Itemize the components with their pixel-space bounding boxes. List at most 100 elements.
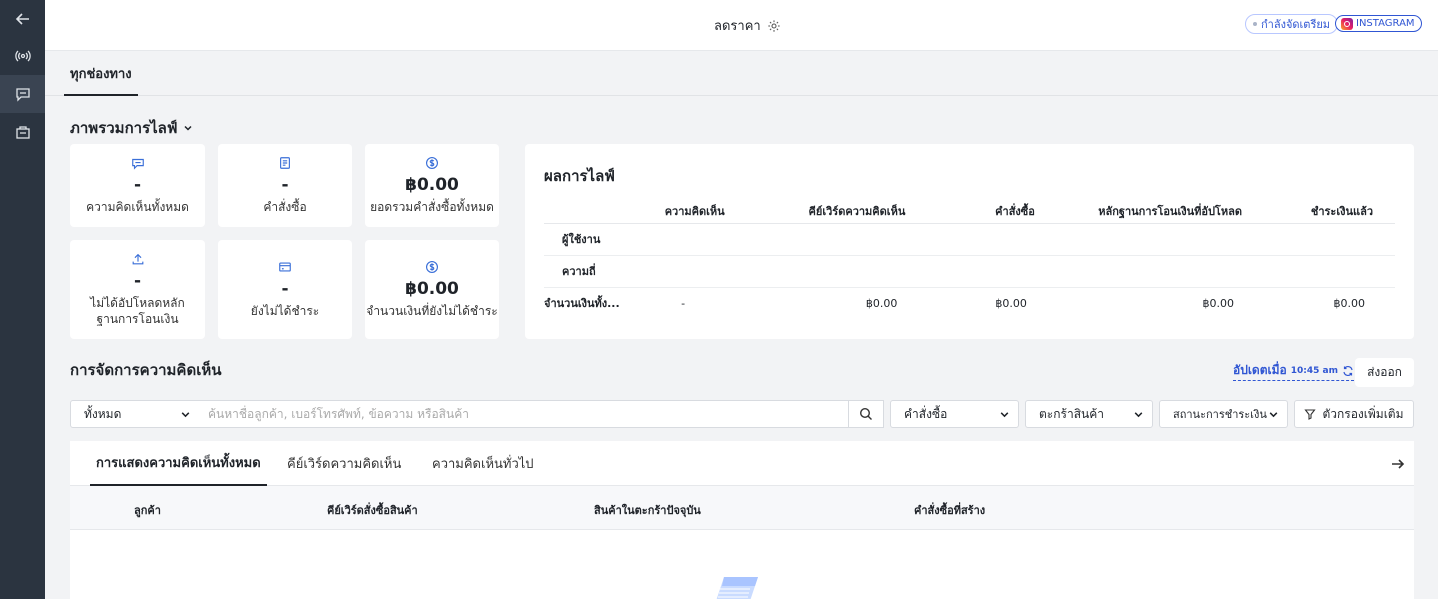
column-header: สินค้าในตะกร้าปัจจุบัน — [594, 504, 701, 517]
table-cell — [746, 223, 928, 256]
column-header: ความคิดเห็น — [619, 199, 747, 224]
chat-icon[interactable] — [0, 75, 45, 113]
stat-total-comments: - ความคิดเห็นทั้งหมด — [70, 144, 205, 227]
table-cell — [1056, 255, 1264, 288]
stat-unpaid-amount: ฿0.00 จำนวนเงินที่ยังไม่ได้ชำระ — [365, 240, 499, 339]
table-cell — [1056, 223, 1264, 256]
order-filter-value: คำสั่งซื้อ — [904, 406, 948, 421]
side-rail — [0, 0, 45, 599]
live-results-card: ผลการไลฟ์ ความคิดเห็น คีย์เวิร์ดความคิดเ… — [525, 144, 1414, 339]
comment-mgmt-title: การจัดการความคิดเห็น — [70, 361, 222, 379]
stat-no-transfer-proof: - ไม่ได้อัปโหลดหลักฐานการโอนเงิน — [70, 240, 205, 339]
column-header: คีย์เวิร์ดสั่งซื้อสินค้า — [327, 504, 418, 517]
platform-badge: INSTAGRAM — [1335, 15, 1422, 32]
stat-label: คำสั่งซื้อ — [263, 200, 307, 214]
stat-value: - — [133, 175, 142, 195]
arrow-right-icon[interactable] — [1390, 456, 1406, 472]
chevron-down-icon — [184, 125, 193, 131]
status-dot-icon — [1253, 22, 1257, 26]
table-cell: ฿0.00 — [1333, 296, 1366, 310]
order-icon — [278, 156, 292, 173]
tab-all-channels[interactable]: ทุกช่องทาง — [64, 52, 138, 96]
payment-filter-value: สถานะการชำระเงิน — [1173, 408, 1267, 421]
update-time: 10:45 am — [1290, 365, 1338, 376]
table-row: ความถี่ — [544, 255, 1395, 288]
platform-label: INSTAGRAM — [1356, 18, 1415, 29]
row-label: จำนวนเงินทั้ง... — [544, 297, 620, 311]
table-cell — [746, 255, 928, 288]
status-badge: กำลังจัดเตรียม — [1245, 14, 1339, 34]
stat-label: ยังไม่ได้ชำระ — [250, 304, 320, 318]
stat-value: ฿0.00 — [405, 175, 459, 195]
more-filters-label: ตัวกรองเพิ่มเติม — [1322, 406, 1404, 421]
table-cell — [619, 255, 747, 288]
stat-label: ไม่ได้อัปโหลดหลักฐานการโอนเงิน — [90, 296, 185, 326]
top-header: ลดราคา กำลังจัดเตรียม INSTAGRAM — [45, 0, 1438, 51]
comment-tabs: การแสดงความคิดเห็นทั้งหมด คีย์เวิร์ดความ… — [70, 441, 1414, 486]
column-header: คีย์เวิร์ดความคิดเห็น — [746, 199, 928, 224]
stat-label: จำนวนเงินที่ยังไม่ได้ชำระ — [366, 304, 498, 318]
tab-general-comments[interactable]: ความคิดเห็นทั่วไป — [426, 441, 540, 486]
table-row: จำนวนเงินทั้ง... - ฿0.00 ฿0.00 ฿0.00 ฿0.… — [544, 287, 1395, 319]
live-results-table: ความคิดเห็น คีย์เวิร์ดความคิดเห็น คำสั่ง… — [544, 199, 1395, 319]
table-cell: ฿0.00 — [865, 296, 898, 310]
live-results-title: ผลการไลฟ์ — [544, 167, 615, 185]
chevron-down-icon — [1134, 411, 1143, 417]
stat-order-total: ฿0.00 ยอดรวมคำสั่งซื้อทั้งหมด — [365, 144, 499, 227]
gear-icon[interactable] — [767, 19, 781, 33]
chevron-down-icon — [1269, 411, 1278, 417]
status-label: กำลังจัดเตรียม — [1261, 18, 1331, 31]
table-header-row: ความคิดเห็น คีย์เวิร์ดความคิดเห็น คำสั่ง… — [544, 199, 1395, 224]
overview-title-text: ภาพรวมการไลฟ์ — [70, 119, 178, 137]
page-title: ลดราคา — [714, 19, 761, 34]
column-header: ลูกค้า — [134, 504, 161, 517]
more-filters-button[interactable]: ตัวกรองเพิ่มเติม — [1294, 400, 1414, 428]
stat-label: ยอดรวมคำสั่งซื้อทั้งหมด — [370, 200, 494, 214]
stat-unpaid: - ยังไม่ได้ชำระ — [218, 240, 352, 339]
column-header: คำสั่งซื้อที่สร้าง — [914, 504, 986, 517]
table-cell: ฿0.00 — [995, 296, 1027, 310]
scope-select[interactable]: ทั้งหมด — [70, 400, 200, 428]
back-arrow-icon[interactable] — [0, 0, 45, 38]
cart-filter-select[interactable]: ตะกร้าสินค้า — [1025, 400, 1153, 428]
stat-value: - — [281, 279, 289, 299]
update-label: อัปเดตเมื่อ — [1233, 363, 1287, 377]
tab-keyword-comments[interactable]: คีย์เวิร์ดความคิดเห็น — [281, 441, 407, 486]
upload-icon — [131, 252, 145, 269]
stat-label: ความคิดเห็นทั้งหมด — [86, 200, 189, 214]
empty-box-illustration — [716, 577, 758, 599]
overview-title[interactable]: ภาพรวมการไลฟ์ — [70, 116, 193, 140]
table-row: ผู้ใช้งาน — [544, 223, 1395, 256]
order-filter-select[interactable]: คำสั่งซื้อ — [890, 400, 1019, 428]
column-header: คำสั่งซื้อ — [927, 199, 1057, 224]
dollar-icon — [425, 156, 439, 173]
column-header — [544, 199, 620, 224]
comments-panel: การแสดงความคิดเห็นทั้งหมด คีย์เวิร์ดความ… — [70, 441, 1414, 599]
live-broadcast-icon[interactable] — [0, 37, 45, 75]
tab-all-comments[interactable]: การแสดงความคิดเห็นทั้งหมด — [90, 441, 267, 486]
store-icon[interactable] — [0, 113, 45, 151]
row-label: ผู้ใช้งาน — [544, 223, 620, 256]
scope-select-value: ทั้งหมด — [84, 406, 122, 421]
refresh-icon[interactable] — [1342, 365, 1354, 377]
row-label: ความถี่ — [544, 255, 620, 288]
stat-value: - — [133, 271, 142, 291]
refresh-link[interactable]: อัปเดตเมื่อ 10:45 am — [1233, 361, 1354, 381]
page-title-group: ลดราคา — [714, 15, 781, 36]
column-header: หลักฐานการโอนเงินที่อัปโหลด — [1056, 199, 1264, 224]
table-cell: - — [681, 296, 686, 310]
stat-value: - — [281, 175, 289, 195]
cart-filter-value: ตะกร้าสินค้า — [1039, 406, 1104, 421]
stat-value: ฿0.00 — [405, 279, 459, 299]
comment-icon — [131, 156, 145, 173]
export-button[interactable]: ส่งออก — [1355, 358, 1414, 387]
channel-tabs: ทุกช่องทาง — [45, 52, 1438, 96]
search-button[interactable] — [849, 400, 884, 428]
dollar-icon — [425, 260, 439, 277]
table-cell — [927, 223, 1057, 256]
chevron-down-icon — [1000, 411, 1009, 417]
table-cell — [927, 255, 1057, 288]
payment-filter-select[interactable]: สถานะการชำระเงิน — [1159, 400, 1288, 428]
table-cell — [619, 223, 747, 256]
search-input[interactable]: ค้นหาชื่อลูกค้า, เบอร์โทรศัพท์, ข้อความ … — [199, 400, 849, 428]
